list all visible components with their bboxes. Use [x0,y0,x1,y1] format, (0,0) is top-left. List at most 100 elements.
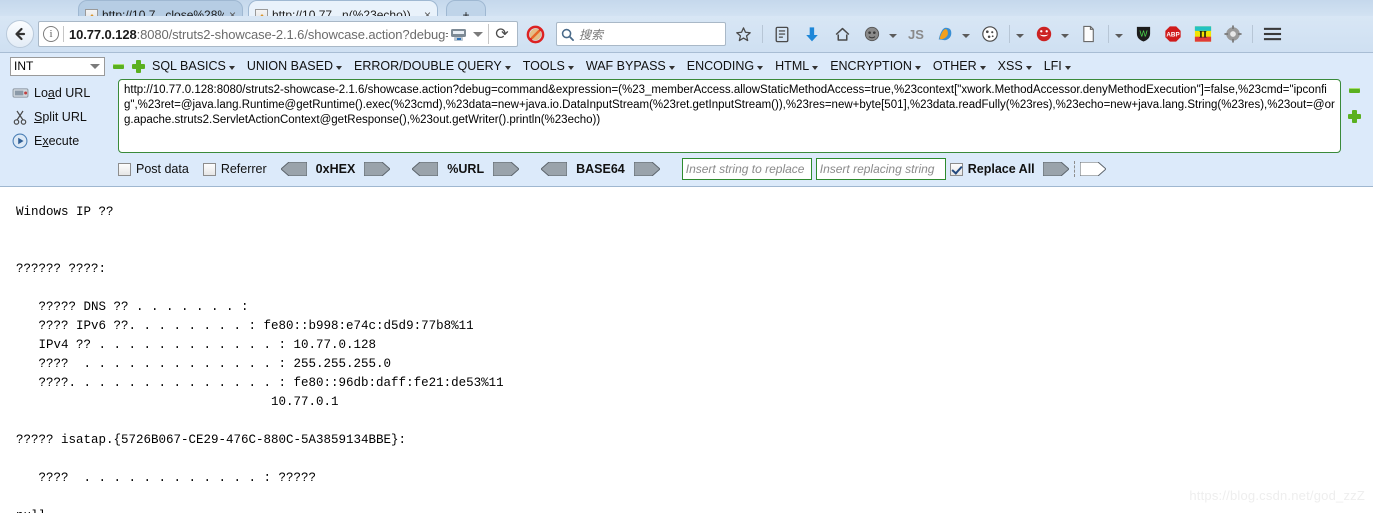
execute-button[interactable]: Execute [10,129,118,153]
remove-entry-button[interactable] [112,60,125,73]
reload-button[interactable]: ⟳ [489,22,515,46]
url-encode-button[interactable] [492,161,520,177]
tab-title: http://10.77...n(%23echo)) [272,8,411,16]
menu-other[interactable]: OTHER [926,57,991,75]
tab-title: http://10.7...close%28%29 [102,8,224,16]
chevron-down-icon[interactable] [889,34,897,38]
chevron-down-icon [812,66,819,70]
menu-tools[interactable]: TOOLS [516,57,579,75]
search-box[interactable]: 搜索 [556,22,726,46]
downloads-icon[interactable] [799,21,825,47]
toolbar-divider [1108,25,1109,43]
menu-label: LFI [1043,59,1062,73]
url-encoder-group: %URL [411,161,520,177]
menu-encoding[interactable]: ENCODING [680,57,768,75]
close-icon[interactable]: × [424,8,431,16]
post-data-label: Post data [136,162,189,176]
chevron-down-icon[interactable] [962,34,970,38]
post-data-toggle[interactable]: Post data [118,162,189,176]
load-url-button[interactable]: Load URL [10,81,118,105]
chevron-down-icon [668,66,675,70]
menu-union-based[interactable]: UNION BASED [240,57,347,75]
menu-waf-bypass[interactable]: WAF BYPASS [579,57,680,75]
browser-tab-2[interactable]: http://10.77...n(%23echo)) × [248,0,438,16]
chevron-down-icon[interactable] [473,31,483,37]
page-source-icon[interactable] [1076,21,1102,47]
reader-mode-icon[interactable] [448,25,468,43]
replace-all-toggle[interactable]: Replace All [949,162,1035,176]
search-input[interactable]: 搜索 [579,26,603,43]
menu-error-double-query[interactable]: ERROR/DOUBLE QUERY [347,57,516,75]
post-data-checkbox[interactable] [118,162,131,176]
watermark: https://blog.csdn.net/god_zzZ [1189,488,1365,503]
menu-label: OTHER [932,59,977,73]
base64-label: BASE64 [576,162,625,176]
hackbar-url-textarea[interactable]: http://10.77.0.128:8080/struts2-showcase… [118,79,1341,153]
adblock-plus-icon[interactable]: ABP [1160,21,1186,47]
replace-all-label: Replace All [967,162,1035,176]
url-path: :8080/struts2-showcase-2.1.6/showcase.ac… [136,26,448,42]
svg-text:W: W [1139,28,1147,38]
hackbar-menu-bar: INT SQL BASICS UNION BASED ERROR/DOUBLE … [0,53,1373,77]
menu-label: HTML [775,59,810,73]
menu-label: XSS [997,59,1023,73]
chevron-down-icon [567,66,574,70]
menu-xss[interactable]: XSS [991,57,1037,75]
hex-decode-button[interactable] [279,161,308,177]
settings-gear-icon[interactable] [1220,21,1246,47]
split-url-button[interactable]: Split URL [10,105,118,129]
grow-textarea-button[interactable] [1348,110,1361,123]
add-entry-button[interactable] [132,59,145,73]
replace-secondary-button[interactable] [1079,161,1107,177]
replace-with-input[interactable]: Insert replacing string [815,158,946,180]
proxy-icon[interactable]: П [1190,21,1216,47]
chevron-down-icon[interactable] [1016,34,1024,38]
base64-decode-button[interactable] [540,161,568,177]
hex-encode-button[interactable] [363,161,392,177]
chevron-down-icon [228,66,235,70]
user-agent-icon[interactable] [859,21,885,47]
js-toggle-icon[interactable]: JS [904,21,928,47]
site-info-icon[interactable]: i [43,26,59,42]
bookmark-star-icon[interactable] [730,21,756,47]
chevron-down-icon [979,66,986,70]
firebug-icon[interactable] [932,21,958,47]
no-script-icon[interactable] [522,21,548,47]
web-of-trust-icon[interactable]: W [1130,21,1156,47]
referrer-checkbox[interactable] [202,162,216,176]
back-button[interactable] [6,20,34,48]
hackbar-body: Load URL Split URL Execute http://10.77.… [0,77,1373,155]
hackbar-icon[interactable] [1031,21,1057,47]
chevron-down-icon [757,66,764,70]
replace-apply-button[interactable] [1042,161,1070,177]
replace-search-input[interactable]: Insert string to replace [681,158,812,180]
toolbar-divider [1009,25,1010,43]
search-icon [561,28,574,41]
menu-html[interactable]: HTML [768,57,823,75]
chevron-down-icon[interactable] [1115,34,1123,38]
replace-all-checkbox[interactable] [949,162,963,176]
home-icon[interactable] [829,21,855,47]
chevron-down-icon [504,66,511,70]
hackbar-type-select[interactable]: INT [10,56,105,76]
shrink-textarea-button[interactable] [1348,84,1361,97]
chevron-down-icon [1064,66,1071,70]
url-divider [63,26,64,42]
base64-encode-button[interactable] [633,161,661,177]
url-bar[interactable]: i 10.77.0.128:8080/struts2-showcase-2.1.… [38,21,518,47]
browser-tab-1[interactable]: http://10.7...close%28%29 × [78,0,243,16]
library-icon[interactable] [769,21,795,47]
menu-encryption[interactable]: ENCRYPTION [823,57,926,75]
menu-lfi[interactable]: LFI [1037,57,1076,75]
cookie-icon[interactable] [977,21,1003,47]
close-icon[interactable]: × [229,8,236,16]
menu-sql-basics[interactable]: SQL BASICS [145,57,240,75]
new-tab-button[interactable]: + [446,0,486,16]
url-decode-button[interactable] [411,161,439,177]
chevron-down-icon[interactable] [1061,34,1069,38]
toolbar-divider [1252,25,1253,43]
referrer-toggle[interactable]: Referrer [202,162,267,176]
menu-label: ENCODING [686,59,755,73]
back-arrow-icon [15,27,26,41]
hamburger-menu-icon[interactable] [1259,21,1285,47]
